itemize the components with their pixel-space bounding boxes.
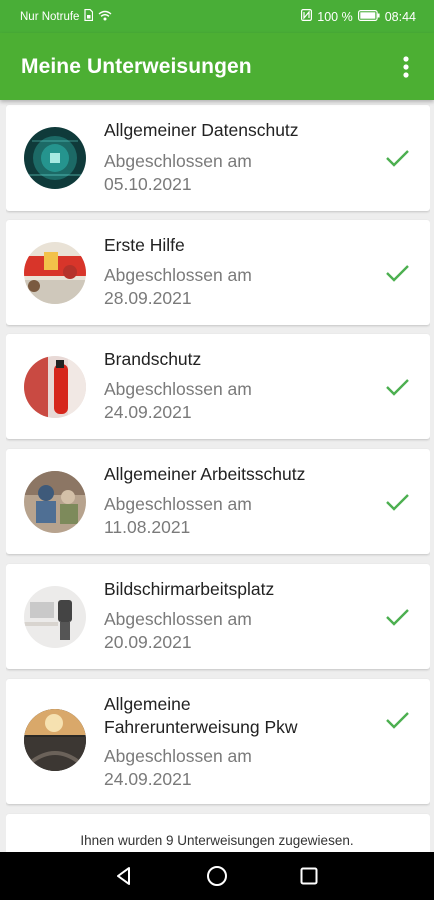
check-icon xyxy=(386,150,409,167)
recents-square-icon xyxy=(300,867,318,885)
training-date: 24.09.2021 xyxy=(104,402,192,422)
training-item-brandschutz[interactable]: Brandschutz Abgeschlossen am 24.09.2021 xyxy=(6,334,430,439)
training-list[interactable]: Allgemeiner Datenschutz Abgeschlossen am… xyxy=(6,100,430,852)
carrier-label: Nur Notrufe xyxy=(20,10,80,23)
training-thumbnail xyxy=(24,471,86,533)
page-title: Meine Unterweisungen xyxy=(21,54,252,78)
training-title-line2: Fahrerunterweisung Pkw xyxy=(104,717,298,737)
training-title: Erste Hilfe xyxy=(104,235,185,255)
training-title: Allgemeine xyxy=(104,694,191,714)
app-bar: Meine Unterweisungen xyxy=(0,33,434,100)
training-date: 28.09.2021 xyxy=(104,288,192,308)
training-title: Bildschirmarbeitsplatz xyxy=(104,579,275,599)
recents-button[interactable] xyxy=(297,864,321,888)
back-button[interactable] xyxy=(112,864,136,888)
training-date: 20.09.2021 xyxy=(104,632,192,652)
check-icon xyxy=(386,609,409,626)
check-icon xyxy=(386,712,409,729)
system-nav-bar xyxy=(0,852,434,900)
training-date: 05.10.2021 xyxy=(104,174,192,194)
training-title: Allgemeiner Datenschutz xyxy=(104,120,299,140)
battery-percent: 100 % xyxy=(317,9,353,24)
sim-card-icon xyxy=(84,8,94,24)
training-status: Abgeschlossen am xyxy=(104,494,252,514)
training-thumbnail xyxy=(24,242,86,304)
training-status: Abgeschlossen am xyxy=(104,151,252,171)
training-status: Abgeschlossen am xyxy=(104,265,252,285)
nfc-icon xyxy=(301,9,313,24)
training-thumbnail xyxy=(24,709,86,771)
home-button[interactable] xyxy=(205,864,229,888)
training-date: 24.09.2021 xyxy=(104,769,192,789)
overflow-menu-button[interactable] xyxy=(394,47,418,87)
training-item-fahrerunterweisung[interactable]: Allgemeine Fahrerunterweisung Pkw Abgesc… xyxy=(6,679,430,804)
training-status: Abgeschlossen am xyxy=(104,609,252,629)
home-circle-icon xyxy=(207,866,227,886)
training-date: 11.08.2021 xyxy=(104,517,191,537)
training-item-datenschutz[interactable]: Allgemeiner Datenschutz Abgeschlossen am… xyxy=(6,105,430,211)
training-item-bildschirmarbeitsplatz[interactable]: Bildschirmarbeitsplatz Abgeschlossen am … xyxy=(6,564,430,669)
back-triangle-icon xyxy=(117,867,130,885)
more-vert-icon xyxy=(403,55,409,78)
training-thumbnail xyxy=(24,586,86,648)
training-title: Allgemeiner Arbeitsschutz xyxy=(104,464,306,484)
training-status: Abgeschlossen am xyxy=(104,746,252,766)
training-item-arbeitsschutz[interactable]: Allgemeiner Arbeitsschutz Abgeschlossen … xyxy=(6,449,430,554)
training-status: Abgeschlossen am xyxy=(104,379,252,399)
assignment-count-text: Ihnen wurden 9 Unterweisungen zugewiesen… xyxy=(80,833,354,848)
clock: 08:44 xyxy=(384,9,416,24)
check-icon xyxy=(386,265,409,282)
training-thumbnail xyxy=(24,356,86,418)
battery-icon xyxy=(357,9,380,24)
training-item-erste-hilfe[interactable]: Erste Hilfe Abgeschlossen am 28.09.2021 xyxy=(6,220,430,325)
training-thumbnail xyxy=(24,127,86,189)
training-title: Brandschutz xyxy=(104,349,202,369)
status-bar: Nur Notrufe 100 % 08:44 xyxy=(0,0,434,33)
check-icon xyxy=(386,379,409,396)
wifi-icon xyxy=(98,10,112,24)
check-icon xyxy=(386,494,409,511)
